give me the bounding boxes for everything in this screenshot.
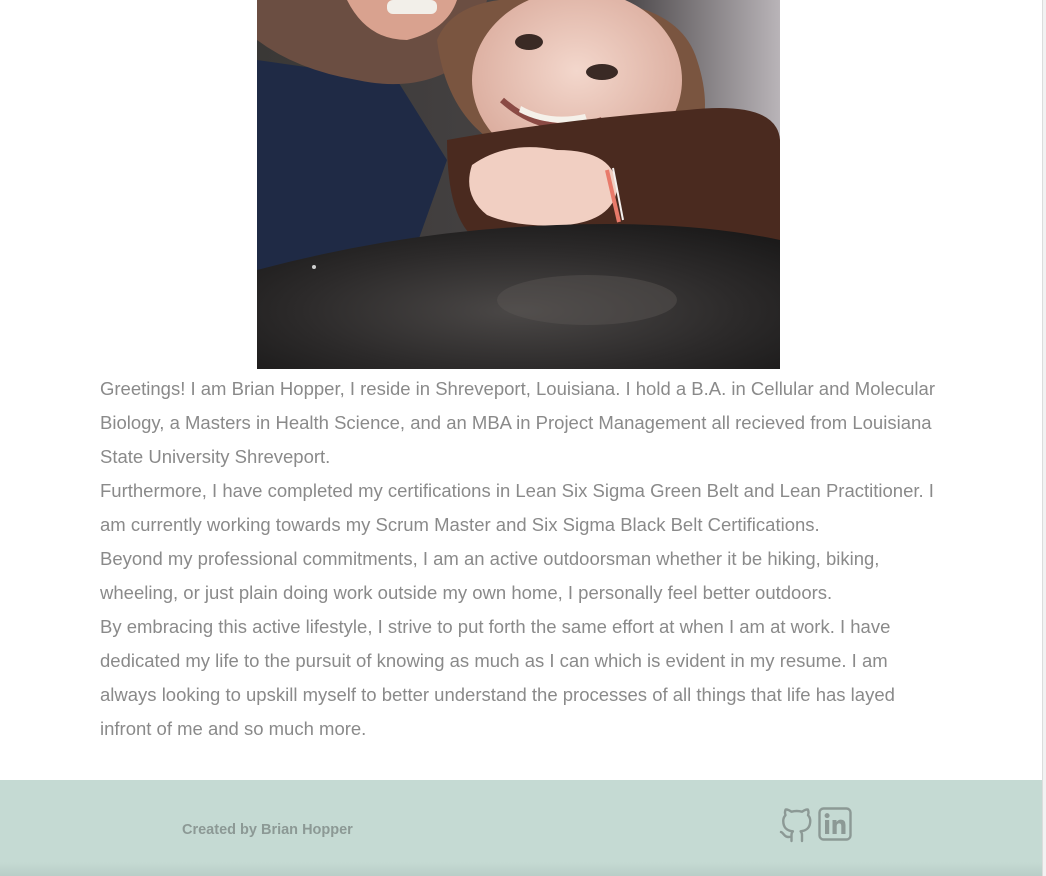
github-link[interactable]: [778, 807, 814, 850]
linkedin-icon: [818, 807, 852, 845]
bio-paragraph: Beyond my professional commitments, I am…: [100, 548, 880, 603]
bio-paragraph: Furthermore, I have completed my certifi…: [100, 480, 934, 535]
linkedin-link[interactable]: [818, 807, 852, 846]
profile-photo: [257, 0, 780, 369]
footer-shadow: [0, 862, 1043, 876]
bio-paragraph: By embracing this active lifestyle, I st…: [100, 616, 895, 739]
footer-credit: Created by Brian Hopper: [182, 822, 353, 838]
bio-paragraph: Greetings! I am Brian Hopper, I reside i…: [100, 378, 935, 467]
about-page: Greetings! I am Brian Hopper, I reside i…: [0, 0, 1043, 876]
github-icon: [778, 808, 814, 849]
window-edge: [1042, 0, 1046, 876]
footer: Created by Brian Hopper: [0, 780, 1043, 876]
bio-text: Greetings! I am Brian Hopper, I reside i…: [100, 372, 945, 746]
